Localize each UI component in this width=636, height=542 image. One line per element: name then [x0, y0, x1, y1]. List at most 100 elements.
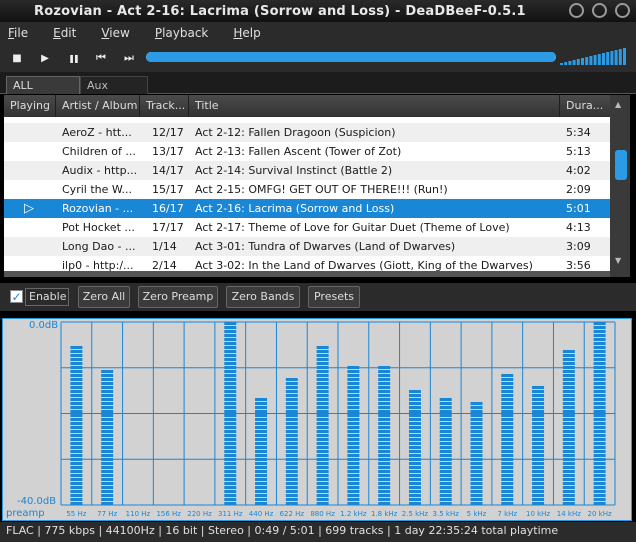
volume-segment: [606, 52, 610, 65]
eq-band-bar[interactable]: [101, 370, 114, 505]
eq-band-bar[interactable]: [378, 366, 391, 505]
minimize-button[interactable]: [569, 3, 584, 18]
scroll-thumb[interactable]: [615, 150, 627, 180]
playlist-row[interactable]: Audix - http... 14/17 Act 2-14: Survival I…: [4, 161, 610, 180]
cell-artist: Audix - http...: [62, 164, 138, 177]
menu-playback[interactable]: Playback: [151, 26, 213, 40]
eq-freq-label: 2.5 kHz: [401, 510, 429, 518]
volume-segment: [610, 51, 614, 65]
pause-button[interactable]: ❚❚: [62, 49, 84, 67]
eq-freq-label: 1.2 kHz: [340, 510, 367, 518]
eq-freq-label: 880 Hz: [310, 510, 335, 518]
eq-band-bar[interactable]: [439, 398, 452, 505]
col-duration[interactable]: Dura...: [560, 95, 610, 117]
volume-bar[interactable]: [560, 48, 628, 66]
presets-button[interactable]: Presets: [308, 286, 360, 308]
equalizer-svg: [60, 321, 616, 506]
eq-band-bar[interactable]: [70, 346, 83, 505]
next-button[interactable]: ⏭: [118, 49, 140, 67]
stop-button[interactable]: ■: [6, 49, 28, 67]
cell-track: 16/17: [152, 202, 184, 215]
zero-all-button[interactable]: Zero All: [78, 286, 130, 308]
playlist-row[interactable]: Long Dao - ... 1/14 Act 3-01: Tundra of Dw…: [4, 237, 610, 256]
close-button[interactable]: [615, 3, 630, 18]
eq-freq-label: 220 Hz: [187, 510, 212, 518]
eq-freq-label: 20 kHz: [587, 510, 612, 518]
volume-segment: [585, 57, 589, 65]
cell-track: 13/17: [152, 145, 184, 158]
playlist-row[interactable]: ▷ Rozovian - ... 16/17 Act 2-16: Lacrima (S…: [4, 199, 610, 218]
cell-title: Act 2-13: Fallen Ascent (Tower of Zot): [195, 145, 402, 158]
cell-playing: [24, 161, 54, 180]
eq-freq-label: 311 Hz: [218, 510, 243, 518]
volume-segment: [560, 63, 563, 65]
eq-freq-label: 5 kHz: [466, 510, 487, 518]
vertical-scrollbar[interactable]: ▲ ▼: [610, 95, 630, 277]
eq-band-bar[interactable]: [285, 378, 298, 505]
eq-freq-label: 14 kHz: [556, 510, 581, 518]
cell-duration: 5:01: [566, 202, 591, 215]
zero-bands-button[interactable]: Zero Bands: [226, 286, 300, 308]
scroll-up-icon[interactable]: ▲: [615, 100, 621, 109]
menu-help[interactable]: Help: [229, 26, 264, 40]
window-title: Rozovian - Act 2-16: Lacrima (Sorrow and…: [34, 3, 526, 19]
cell-playing: [24, 218, 54, 237]
cell-artist: Pot Hocket ...: [62, 221, 135, 234]
playlist-row[interactable]: Children of ... 13/17 Act 2-13: Fallen Asc…: [4, 142, 610, 161]
eq-band-bar[interactable]: [532, 386, 545, 505]
playlist-tabs: ALL Aux: [0, 72, 636, 94]
eq-freq-label: 1.8 kHz: [370, 510, 398, 518]
volume-segment: [568, 61, 572, 65]
volume-segment: [602, 53, 605, 65]
cell-artist: AeroZ - htt...: [62, 126, 132, 139]
eq-band-bar[interactable]: [562, 350, 575, 505]
scroll-down-icon[interactable]: ▼: [615, 256, 621, 265]
volume-segment: [576, 59, 580, 65]
cell-duration: 4:13: [566, 221, 591, 234]
playlist-row[interactable]: AeroZ - htt... 12/17 Act 2-12: Fallen Drag…: [4, 123, 610, 142]
menu-file[interactable]: File: [4, 26, 32, 40]
cell-playing: [24, 237, 54, 256]
menu-edit[interactable]: Edit: [49, 26, 80, 40]
prev-button[interactable]: ⏮: [90, 49, 112, 67]
horizontal-scrollbar[interactable]: [4, 271, 610, 277]
playlist-row[interactable]: Cyril the W... 15/17 Act 2-15: OMFG! GET O…: [4, 180, 610, 199]
stop-icon: ■: [12, 52, 22, 64]
col-playing[interactable]: Playing: [4, 95, 56, 117]
enable-checkbox[interactable]: ✓: [10, 290, 23, 304]
maximize-button[interactable]: [592, 3, 607, 18]
volume-segment: [618, 49, 622, 65]
cell-title: Act 2-12: Fallen Dragoon (Suspicion): [195, 126, 396, 139]
eq-freq-label: 77 Hz: [97, 510, 118, 518]
menu-view[interactable]: View: [97, 26, 133, 40]
eq-bottom-label: -40.0dB: [17, 496, 57, 507]
eq-freq-label: 440 Hz: [248, 510, 274, 518]
tab-aux[interactable]: Aux: [80, 76, 148, 94]
eq-band-bar[interactable]: [470, 402, 483, 505]
cell-title: Act 3-01: Tundra of Dwarves (Land of Dwa…: [195, 240, 456, 253]
eq-freq-label: 55 Hz: [66, 510, 87, 518]
enable-label[interactable]: Enable: [25, 288, 69, 306]
eq-band-bar[interactable]: [347, 366, 360, 505]
volume-segment: [597, 54, 601, 65]
cell-title: Act 2-15: OMFG! GET OUT OF THERE!!! (Run…: [195, 183, 448, 196]
eq-freq-label: 7 kHz: [497, 510, 518, 518]
tab-all[interactable]: ALL: [6, 76, 80, 94]
eq-band-bar[interactable]: [316, 346, 329, 505]
eq-band-bar[interactable]: [408, 390, 421, 505]
eq-freq-label: 10 kHz: [525, 510, 551, 518]
col-track[interactable]: Track...: [140, 95, 189, 117]
cell-artist: Cyril the W...: [62, 183, 132, 196]
cell-artist: Long Dao - ...: [62, 240, 136, 253]
play-button[interactable]: ▶: [34, 49, 56, 67]
volume-segment: [581, 58, 584, 65]
col-title[interactable]: Title: [189, 95, 560, 117]
playlist-row[interactable]: Pot Hocket ... 17/17 Act 2-17: Theme of Lo…: [4, 218, 610, 237]
col-artist-album[interactable]: Artist / Album: [56, 95, 140, 117]
zero-preamp-button[interactable]: Zero Preamp: [138, 286, 218, 308]
seek-bar[interactable]: [146, 52, 556, 62]
equalizer-graph[interactable]: 0.0dB -40.0dB preamp 55 Hz 77 Hz 110 Hz 156…: [2, 318, 632, 521]
eq-band-bar[interactable]: [255, 398, 268, 505]
eq-band-bar[interactable]: [501, 374, 514, 505]
volume-segment: [623, 48, 626, 65]
